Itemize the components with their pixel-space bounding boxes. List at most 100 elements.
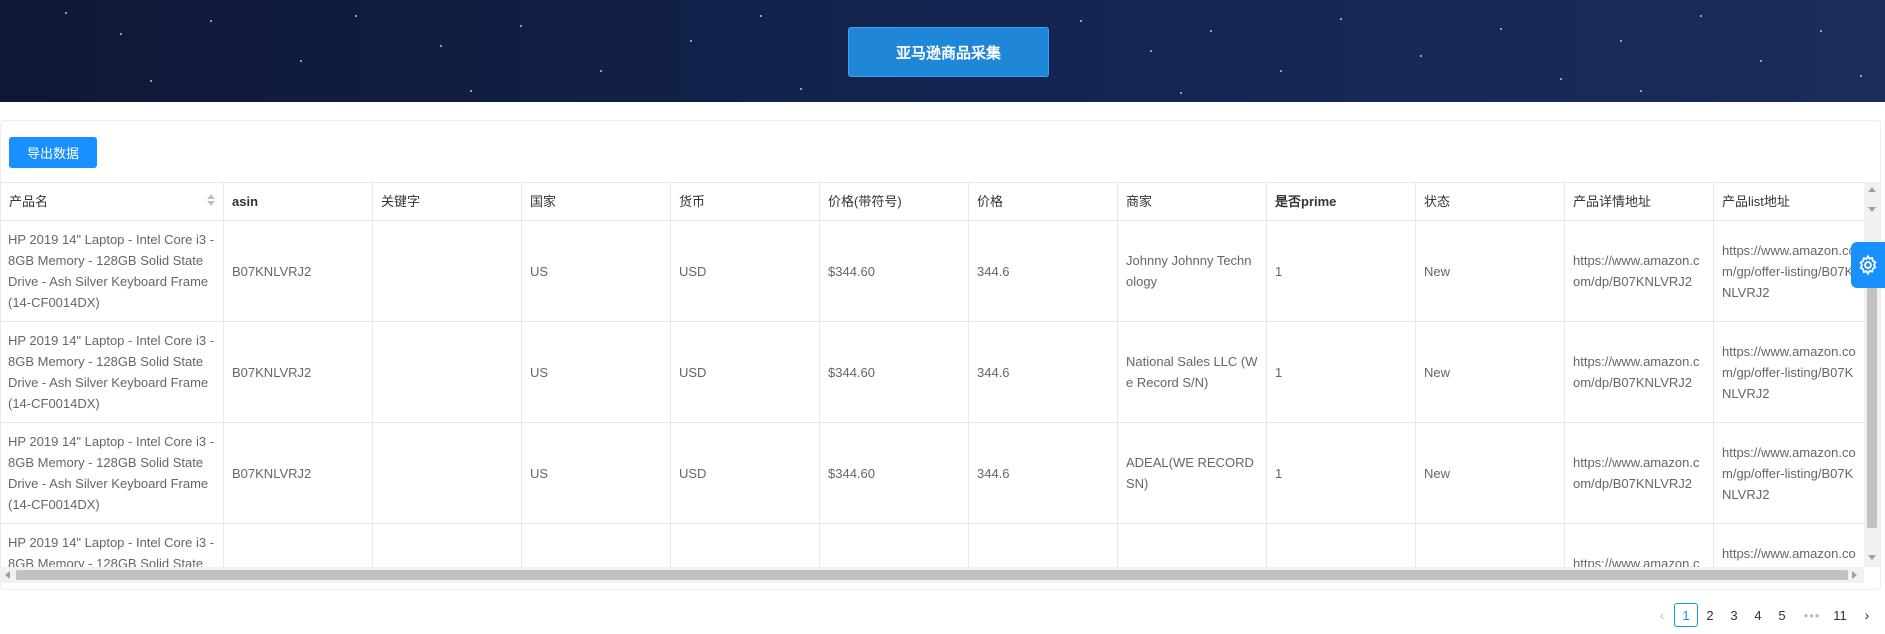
star-dot (120, 33, 122, 35)
price-symbol-cell (819, 523, 969, 567)
prime-cell: 1 (1266, 321, 1416, 423)
list-url-cell: https://www.amazon.com/gp/offer-listing/… (1713, 321, 1865, 423)
price-cell: 344.6 (968, 422, 1118, 524)
prime-cell: 1 (1266, 422, 1416, 524)
merchant-cell (1117, 523, 1267, 567)
star-dot (1500, 28, 1502, 30)
scroll-right-icon[interactable] (1852, 571, 1857, 579)
product-table: 产品名 asin 关键字 国家 货币 价格(带符号) 价格 商家 是否prime… (0, 182, 1865, 567)
star-dot (1700, 15, 1702, 17)
table-row: HP 2019 14" Laptop - Intel Core i3 - 8GB… (0, 321, 1865, 423)
chevron-left-icon[interactable]: ‹ (1650, 603, 1674, 627)
vertical-scrollbar[interactable] (1864, 182, 1880, 567)
product-name-cell: HP 2019 14" Laptop - Intel Core i3 - 8GB… (0, 220, 224, 322)
page-4-button[interactable]: 4 (1746, 603, 1770, 627)
star-dot (1560, 78, 1562, 80)
keyword-cell (372, 321, 522, 423)
column-header-merchant: 商家 (1117, 182, 1267, 221)
star-dot (1150, 50, 1152, 52)
table-row: HP 2019 14" Laptop - Intel Core i3 - 8GB… (0, 422, 1865, 524)
star-dot (690, 40, 692, 42)
star-dot (300, 60, 302, 62)
prime-cell: 1 (1266, 220, 1416, 322)
page-header: 亚马逊商品采集 (0, 0, 1885, 102)
scroll-left-icon[interactable] (5, 571, 10, 579)
status-cell (1415, 523, 1565, 567)
list-url-cell: https://www.amazon.com/gp/offer-listing/… (1713, 422, 1865, 524)
column-header-product-name[interactable]: 产品名 (0, 182, 224, 221)
column-header-country: 国家 (521, 182, 671, 221)
star-dot (1760, 60, 1762, 62)
table-body: HP 2019 14" Laptop - Intel Core i3 - 8GB… (0, 220, 1865, 567)
detail-url-cell: https://www.amazon.com/dp/B07KNLVRJ2 (1564, 321, 1714, 423)
column-header-status: 状态 (1415, 182, 1565, 221)
horizontal-scrollbar[interactable] (0, 567, 1864, 583)
column-header-asin: asin (223, 182, 373, 221)
title-button[interactable]: 亚马逊商品采集 (848, 27, 1049, 77)
gear-icon[interactable] (1851, 242, 1885, 288)
star-dot (355, 15, 357, 17)
star-dot (1210, 30, 1212, 32)
column-header-label: 产品名 (9, 194, 49, 209)
star-dot (210, 20, 212, 22)
horizontal-scroll-thumb[interactable] (16, 570, 1848, 580)
table-row: HP 2019 14" Laptop - Intel Core i3 - 8GB… (0, 220, 1865, 322)
page-2-button[interactable]: 2 (1698, 603, 1722, 627)
star-dot (1280, 70, 1282, 72)
column-header-price: 价格 (968, 182, 1118, 221)
keyword-cell (372, 422, 522, 524)
sort-icon[interactable] (207, 194, 215, 206)
vertical-scroll-thumb[interactable] (1867, 288, 1877, 528)
star-dot (1420, 55, 1422, 57)
star-dot (520, 25, 522, 27)
scroll-down-icon[interactable] (1868, 555, 1876, 560)
table-header-row: 产品名 asin 关键字 国家 货币 价格(带符号) 价格 商家 是否prime… (0, 182, 1865, 221)
star-dot (760, 15, 762, 17)
product-name-cell: HP 2019 14" Laptop - Intel Core i3 - 8GB… (0, 422, 224, 524)
currency-cell (670, 523, 820, 567)
country-cell: US (521, 321, 671, 423)
price-cell (968, 523, 1118, 567)
asin-cell: B07KNLVRJ2 (223, 220, 373, 322)
star-dot (470, 90, 472, 92)
list-url-cell: https://www.amazon.com/gp/offer-listing/… (1713, 523, 1865, 567)
star-dot (1080, 20, 1082, 22)
currency-cell: USD (670, 220, 820, 322)
keyword-cell (372, 523, 522, 567)
price-cell: 344.6 (968, 321, 1118, 423)
page-1-button[interactable]: 1 (1674, 603, 1698, 627)
star-dot (150, 80, 152, 82)
scroll-up-icon[interactable] (1868, 187, 1876, 192)
star-dot (65, 12, 67, 14)
page-11-button[interactable]: 11 (1828, 603, 1852, 627)
column-header-detail-url: 产品详情地址 (1564, 182, 1714, 221)
country-cell (521, 523, 671, 567)
page-5-button[interactable]: 5 (1770, 603, 1794, 627)
export-data-button[interactable]: 导出数据 (9, 137, 97, 168)
column-header-price-symbol: 价格(带符号) (819, 182, 969, 221)
country-cell: US (521, 220, 671, 322)
star-dot (440, 45, 442, 47)
keyword-cell (372, 220, 522, 322)
currency-cell: USD (670, 422, 820, 524)
star-dot (1640, 90, 1642, 92)
price-symbol-cell: $344.60 (819, 422, 969, 524)
price-cell: 344.6 (968, 220, 1118, 322)
status-cell: New (1415, 321, 1565, 423)
pagination-ellipsis[interactable]: ••• (1797, 603, 1827, 627)
country-cell: US (521, 422, 671, 524)
scroll-down-icon[interactable] (1868, 207, 1876, 212)
column-header-prime: 是否prime (1266, 182, 1416, 221)
detail-url-cell: https://www.amazon.com/dp/B07KNLVRJ2 (1564, 220, 1714, 322)
star-dot (600, 70, 602, 72)
asin-cell: B07KNLVRJ2 (223, 422, 373, 524)
star-dot (1820, 30, 1822, 32)
page-3-button[interactable]: 3 (1722, 603, 1746, 627)
star-dot (1860, 75, 1862, 77)
list-url-cell: https://www.amazon.com/gp/offer-listing/… (1713, 220, 1865, 322)
chevron-right-icon[interactable]: › (1855, 603, 1879, 627)
price-symbol-cell: $344.60 (819, 220, 969, 322)
asin-cell (223, 523, 373, 567)
asin-cell: B07KNLVRJ2 (223, 321, 373, 423)
product-name-cell: HP 2019 14" Laptop - Intel Core i3 - 8GB… (0, 523, 224, 567)
